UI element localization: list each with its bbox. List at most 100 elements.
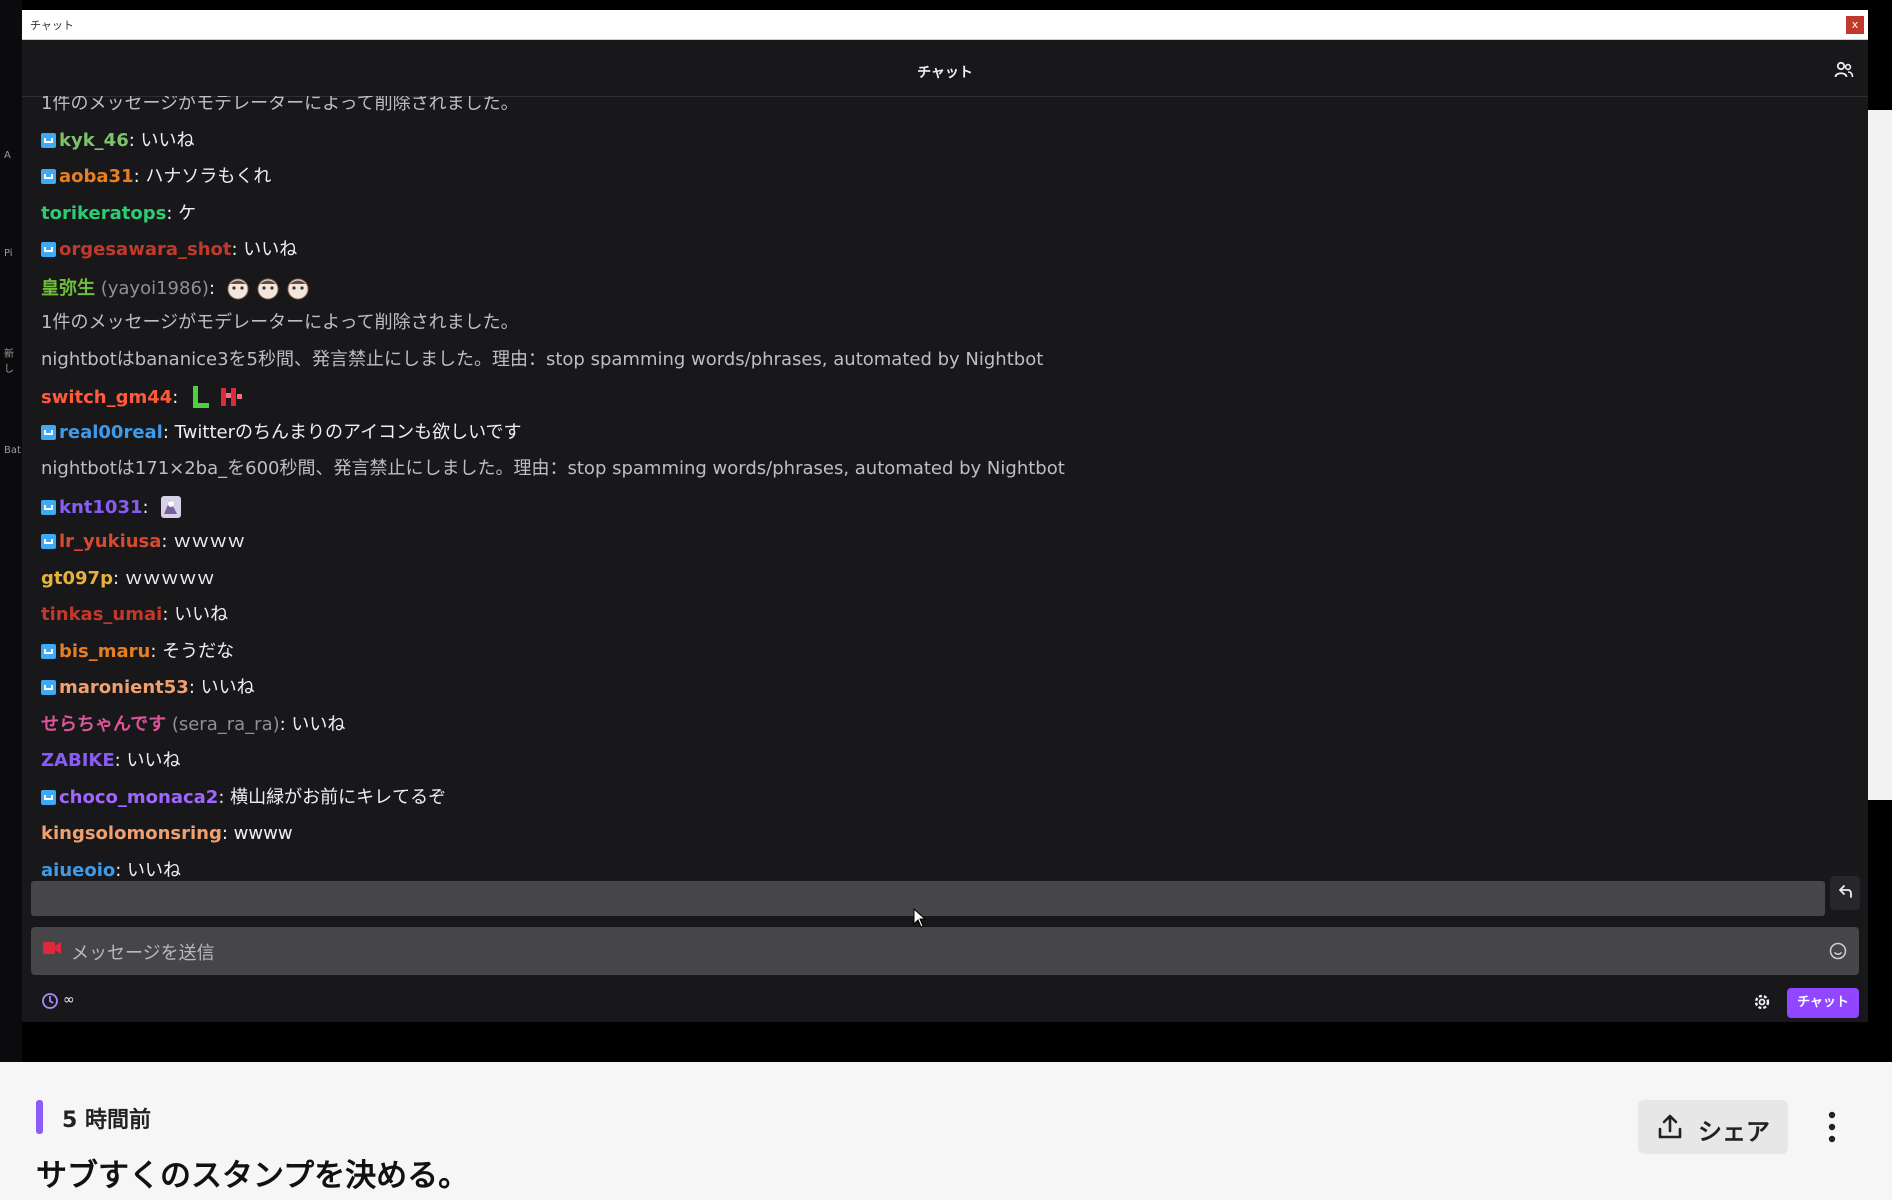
chat-username[interactable]: ZABIKE: [41, 750, 115, 771]
chat-username[interactable]: せらちゃんです: [41, 714, 166, 735]
chat-username[interactable]: bis_maru: [59, 641, 150, 662]
system-message[interactable]: 1件のメッセージがモデレーターによって削除されました。: [41, 96, 519, 116]
subscriber-badge-icon[interactable]: [41, 242, 56, 257]
chat-message[interactable]: bis_maru: そうだな: [41, 640, 234, 664]
chat-message[interactable]: gt097p: ｗｗｗｗｗ: [41, 567, 215, 591]
system-message-text: 1件のメッセージがモデレーターによって削除されました。: [41, 96, 519, 114]
subscriber-badge-icon[interactable]: [41, 643, 56, 659]
chat-username[interactable]: lr_yukiusa: [59, 531, 161, 552]
subscriber-badge-icon[interactable]: [41, 169, 56, 184]
chat-title: チャット: [917, 65, 973, 81]
chat-message-text: いいね: [174, 604, 229, 625]
chat-message[interactable]: tinkas_umai: いいね: [41, 603, 228, 627]
users-icon[interactable]: [1834, 60, 1854, 80]
subscriber-badge-icon[interactable]: [41, 499, 56, 515]
chat-message[interactable]: switch_gm44:: [41, 384, 244, 410]
chat-message-text: ケ: [178, 202, 197, 224]
chat-message[interactable]: real00real: Twitterのちんまりのアイコンも欲しいです: [41, 421, 522, 445]
system-message-text: 1件のメッセージがモデレーターによって削除されました。: [41, 312, 519, 333]
chat-message[interactable]: orgesawara_shot: いいね: [41, 238, 297, 262]
chat-username[interactable]: maronient53: [59, 677, 189, 698]
chat-message[interactable]: kingsolomonsring: wwww: [41, 822, 293, 846]
chat-message[interactable]: kyk_46: いいね: [41, 129, 195, 153]
chat-message[interactable]: lr_yukiusa: ｗｗｗｗ: [41, 530, 245, 554]
chat-message[interactable]: maronient53: いいね: [41, 676, 255, 700]
pink-pixel-emote-icon: [221, 388, 243, 406]
accent-bar: [36, 1100, 43, 1134]
chat-username[interactable]: kingsolomonsring: [41, 823, 222, 844]
chat-message[interactable]: aiueoio: いいね: [41, 859, 181, 883]
chat-separator: :: [172, 387, 185, 408]
chat-message-text: いいね: [126, 750, 181, 771]
chat-message[interactable]: せらちゃんです (sera_ra_ra): いいね: [41, 713, 345, 737]
anime-emote-icon: [161, 495, 182, 518]
chat-separator: :: [218, 786, 231, 808]
time-ago: 5 時間前: [62, 1108, 151, 1133]
chat-username[interactable]: switch_gm44: [41, 387, 172, 408]
more-options-icon[interactable]: [1818, 1107, 1846, 1147]
chat-header: チャット: [22, 40, 1868, 97]
system-message[interactable]: 1件のメッセージがモデレーターによって削除されました。: [41, 311, 519, 335]
chat-separator: :: [133, 166, 146, 187]
chat-separator: :: [221, 823, 234, 844]
chat-username[interactable]: tinkas_umai: [41, 604, 162, 625]
chat-send-button[interactable]: チャット: [1787, 988, 1859, 1018]
system-message-text: nightbotはbananice3を5秒間、発言禁止にしました。理由：stop…: [41, 348, 1044, 370]
chat-username[interactable]: kyk_46: [59, 130, 129, 151]
chat-message[interactable]: ZABIKE: いいね: [41, 749, 180, 773]
chat-message-list[interactable]: 1件のメッセージがモデレーターによって削除されました。 kyk_46: いいね ao…: [22, 96, 1868, 888]
mouse-pointer-icon: [913, 908, 927, 928]
chat-message[interactable]: knt1031:: [41, 494, 184, 520]
video-title: サブすくのスタンプを決める。: [36, 1158, 470, 1194]
chat-message-text: そうだな: [162, 640, 235, 662]
chat-separator: :: [115, 859, 128, 881]
share-label: シェア: [1698, 1118, 1770, 1146]
timer-icon: [42, 993, 58, 1009]
chat-username[interactable]: gt097p: [41, 568, 113, 589]
chat-message[interactable]: choco_monaca2: 横山緑がお前にキレてるぞ: [41, 786, 446, 810]
chat-username[interactable]: aoba31: [59, 166, 134, 187]
sliver-letter: A: [4, 150, 11, 161]
chat-message-text: 横山緑がお前にキレてるぞ: [230, 786, 447, 808]
system-message[interactable]: nightbotはbananice3を5秒間、発言禁止にしました。理由：stop…: [41, 348, 1043, 372]
chat-separator: :: [150, 640, 163, 662]
chat-username[interactable]: torikeratops: [41, 203, 166, 224]
background-app-sliver: A Pi 新し Bat: [0, 0, 22, 1062]
subscriber-badge-icon[interactable]: [41, 534, 56, 549]
video-meta-bar: 5 時間前 サブすくのスタンプを決める。 シェア: [0, 1062, 1892, 1200]
reply-button[interactable]: [1830, 876, 1860, 910]
message-input[interactable]: メッセージを送信: [31, 927, 1859, 975]
share-icon: [1658, 1114, 1682, 1139]
chat-message-text: Twitterのちんまりのアイコンも欲しいです: [174, 421, 522, 443]
chat-message[interactable]: aoba31: ハナソラもくれ: [41, 165, 271, 189]
subscriber-badge-icon[interactable]: [41, 424, 56, 440]
system-message-text: nightbotは171×2ba_を600秒間、発言禁止にしました。理由：sto…: [41, 458, 1065, 479]
chat-username[interactable]: choco_monaca2: [59, 787, 218, 808]
chat-window: チャット x チャット 1件のメッセージがモデレーターによって削除されました。 k…: [22, 10, 1868, 1022]
share-button[interactable]: シェア: [1638, 1100, 1788, 1154]
subscriber-badge-icon[interactable]: [41, 132, 56, 148]
chat-separator: :: [188, 677, 201, 698]
chat-username[interactable]: knt1031: [59, 497, 143, 518]
background-scroll-area: [1868, 110, 1892, 800]
subscriber-badge-icon[interactable]: [41, 789, 56, 805]
chat-separator: :: [161, 531, 174, 552]
chat-username[interactable]: aiueoio: [41, 860, 115, 881]
chat-message-text: ｗｗｗｗ: [173, 531, 246, 552]
chat-username[interactable]: 皇弥生: [41, 278, 95, 299]
sliver-letter: Bat: [4, 445, 21, 456]
chat-separator: :: [128, 129, 141, 151]
gear-icon[interactable]: [1752, 992, 1772, 1012]
close-button[interactable]: x: [1846, 16, 1864, 34]
system-message[interactable]: nightbotは171×2ba_を600秒間、発言禁止にしました。理由：sto…: [41, 457, 1065, 481]
subscriber-badge-icon[interactable]: [41, 680, 56, 695]
chat-username[interactable]: orgesawara_shot: [59, 239, 232, 260]
emoji-icon[interactable]: [1829, 942, 1847, 960]
chat-message[interactable]: torikeratops: ケ: [41, 202, 196, 226]
chat-username[interactable]: real00real: [59, 422, 163, 443]
chat-message-text: いいね: [243, 239, 298, 260]
chat-separator: :: [208, 277, 221, 299]
message-input-placeholder: メッセージを送信: [71, 943, 215, 964]
chat-message[interactable]: 皇弥生 (yayoi1986):: [41, 275, 311, 301]
chat-separator: :: [114, 750, 127, 771]
